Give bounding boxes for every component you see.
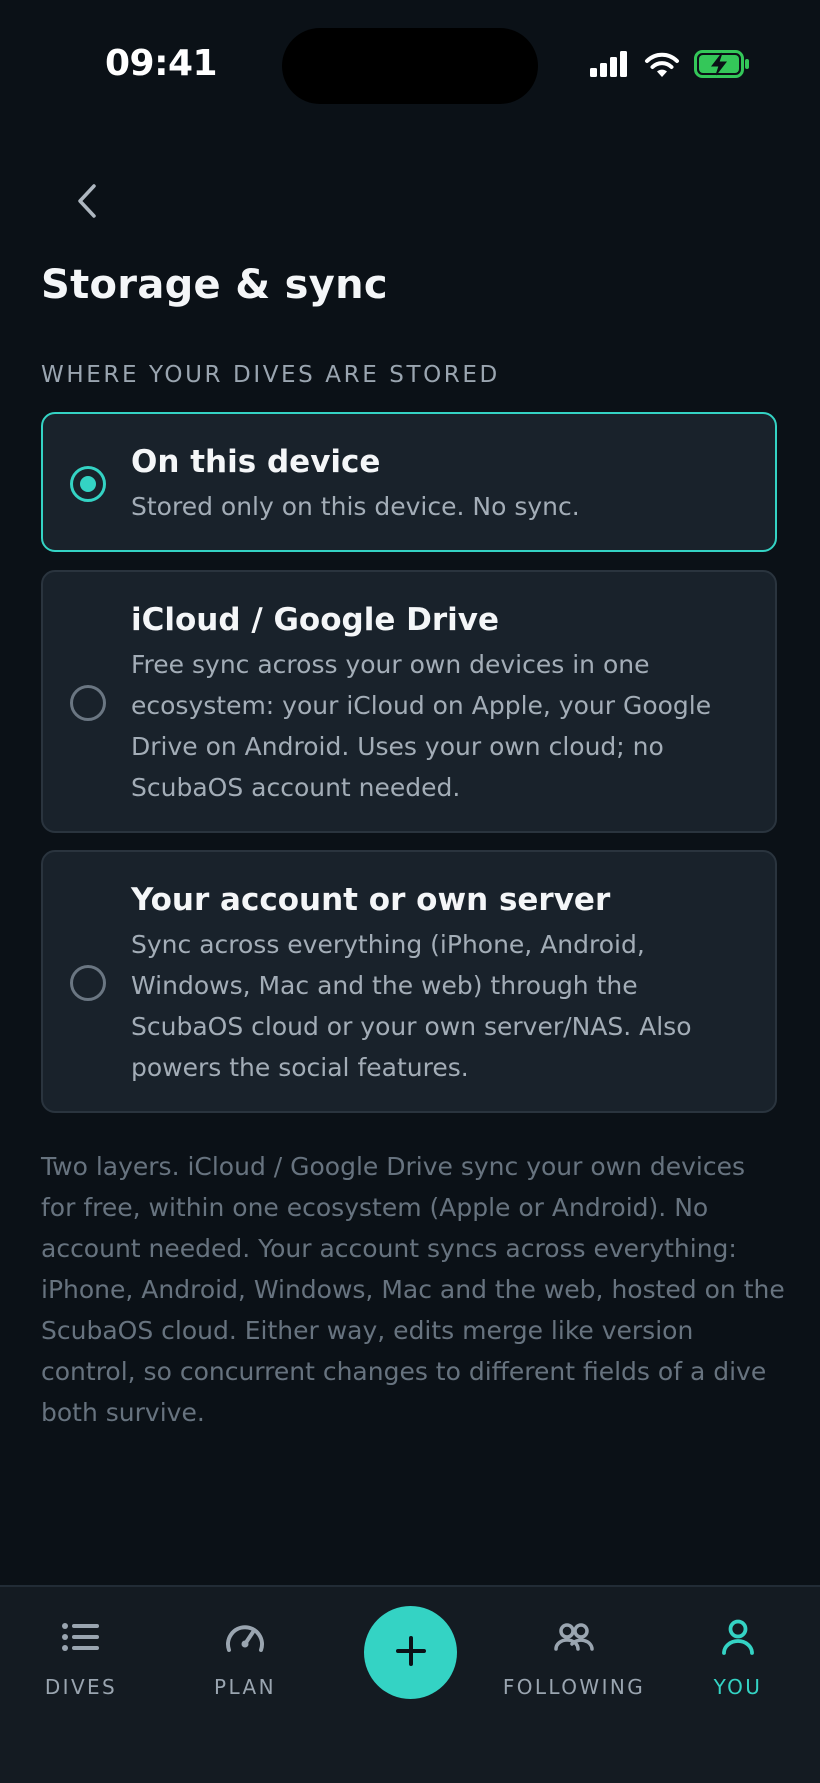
list-icon (6, 1615, 156, 1659)
plus-icon (395, 1635, 427, 1671)
option-icloud-google-drive[interactable]: iCloud / Google Drive Free sync across y… (41, 570, 777, 833)
back-button[interactable] (62, 178, 112, 228)
gauge-icon (170, 1615, 320, 1659)
tab-plan[interactable]: PLAN (170, 1615, 320, 1699)
wifi-icon (644, 50, 680, 82)
tab-label: FOLLOWING (502, 1675, 646, 1699)
chevron-left-icon (75, 182, 99, 224)
option-account-or-own-server[interactable]: Your account or own server Sync across e… (41, 850, 777, 1113)
cellular-signal-icon (590, 51, 630, 81)
add-dive-button[interactable] (364, 1606, 457, 1699)
radio-unselected[interactable] (70, 965, 106, 1001)
people-icon (499, 1615, 649, 1659)
footer-note: Two layers. iCloud / Google Drive sync y… (41, 1152, 785, 1427)
dynamic-island (282, 28, 538, 104)
tab-label: YOU (713, 1675, 763, 1699)
section-label: WHERE YOUR DIVES ARE STORED (41, 362, 500, 388)
option-description: Sync across everything (iPhone, Android,… (131, 930, 692, 1082)
status-time: 09:41 (105, 43, 218, 84)
status-bar: 09:41 (0, 0, 820, 130)
tab-following[interactable]: FOLLOWING (499, 1615, 649, 1699)
radio-unselected[interactable] (70, 685, 106, 721)
radio-selected[interactable] (70, 466, 106, 502)
option-on-this-device[interactable]: On this device Stored only on this devic… (41, 412, 777, 552)
tab-you[interactable]: YOU (663, 1615, 813, 1699)
option-title: iCloud / Google Drive (131, 602, 500, 638)
page-title: Storage & sync (41, 262, 388, 308)
status-icons (590, 50, 750, 82)
tab-bar: DIVES PLAN FOLLOWING YOU (0, 1585, 820, 1783)
option-description: Free sync across your own devices in one… (131, 650, 712, 802)
tab-label: DIVES (44, 1675, 118, 1699)
option-title: On this device (131, 444, 381, 480)
tab-label: PLAN (214, 1675, 276, 1699)
tab-dives[interactable]: DIVES (6, 1615, 156, 1699)
option-title: Your account or own server (131, 882, 611, 918)
person-icon (663, 1615, 813, 1659)
battery-charging-icon (694, 50, 750, 82)
option-description: Stored only on this device. No sync. (131, 492, 580, 521)
